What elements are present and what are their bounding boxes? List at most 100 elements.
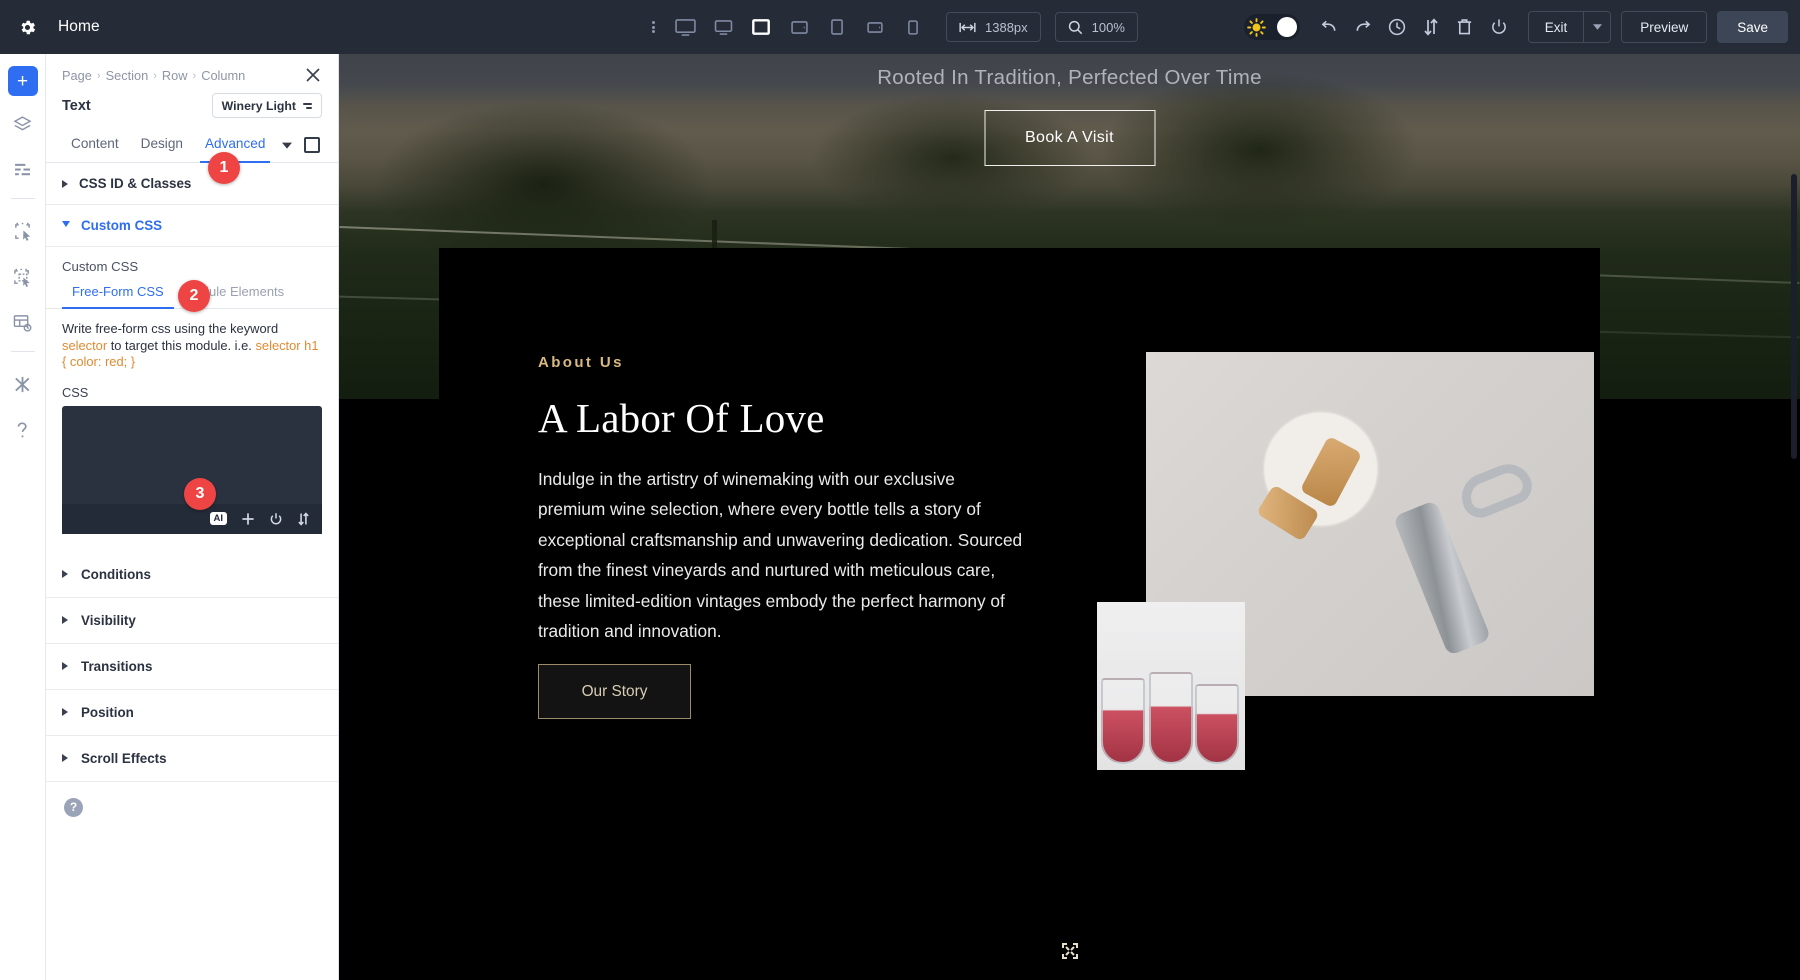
device-phone-button[interactable] (894, 7, 932, 47)
accordion-conditions[interactable]: Conditions (46, 552, 338, 598)
breadcrumb-column[interactable]: Column (201, 68, 245, 83)
breadcrumb: Page › Section › Row › Column (46, 54, 338, 87)
breadcrumb-section[interactable]: Section (106, 68, 149, 83)
section-custom-css[interactable]: Custom CSS (46, 205, 338, 247)
zoom-value: 100% (1091, 19, 1125, 35)
our-story-button[interactable]: Our Story (538, 664, 691, 719)
accordion-label: Conditions (81, 566, 151, 582)
breadcrumb-separator: › (153, 69, 157, 82)
chevron-right-icon (62, 708, 68, 717)
wine-glass-decor (1101, 678, 1145, 764)
wine-glass-decor (1149, 672, 1193, 764)
preview-button[interactable]: Preview (1621, 11, 1708, 43)
device-phone-landscape-button[interactable] (856, 7, 894, 47)
sort-arrows-icon[interactable] (1414, 6, 1448, 48)
square-icon[interactable] (304, 137, 321, 153)
divider (10, 351, 35, 352)
toggle-knob (1276, 17, 1297, 37)
accordion-position[interactable]: Position (46, 690, 338, 736)
top-toolbar: Home 1388px 100% Exit Preview Save (0, 0, 1800, 54)
history-clock-icon[interactable] (1380, 6, 1414, 48)
accordion-label: Scroll Effects (81, 750, 167, 766)
accordion-scroll-effects[interactable]: Scroll Effects (46, 736, 338, 782)
css-field-label: CSS (62, 384, 89, 400)
chevron-right-icon (62, 754, 68, 763)
breadcrumb-page[interactable]: Page (62, 68, 92, 83)
section-label: CSS ID & Classes (79, 176, 192, 191)
tab-content[interactable]: Content (60, 128, 130, 162)
sort-arrows-icon[interactable] (297, 511, 310, 526)
module-title: Text (62, 97, 91, 114)
device-tablet-button[interactable] (818, 7, 856, 47)
zoom-field[interactable]: 100% (1054, 12, 1138, 42)
chevron-down-icon[interactable] (282, 136, 293, 154)
custom-css-field-label: Custom CSS (62, 259, 139, 274)
cork-decor (1299, 436, 1363, 509)
select-module-icon[interactable] (7, 213, 39, 249)
page-canvas: Rooted In Tradition, Perfected Over Time… (339, 54, 1800, 980)
top-right-actions: Exit Preview Save (1243, 0, 1788, 54)
trash-icon[interactable] (1448, 6, 1482, 48)
gear-icon[interactable] (0, 0, 54, 54)
preset-icon (303, 102, 312, 109)
power-icon[interactable] (269, 512, 283, 526)
preset-label: Winery Light (221, 98, 296, 113)
multi-select-icon[interactable] (7, 259, 39, 295)
breadcrumb-separator: › (96, 69, 101, 82)
device-fullscreen-button[interactable] (742, 7, 780, 47)
save-button[interactable]: Save (1717, 11, 1788, 43)
plus-icon[interactable] (241, 512, 255, 526)
help-keyword-selector: selector (62, 337, 108, 353)
exit-button[interactable]: Exit (1529, 20, 1584, 35)
viewport-width-value: 1388px (985, 19, 1028, 35)
corkscrew-body-decor (1392, 500, 1492, 657)
exit-dropdown-caret-icon[interactable] (1584, 12, 1610, 42)
settings-tabs: Content Design Advanced 1 (46, 128, 338, 184)
device-desktop-button[interactable] (666, 7, 704, 47)
breadcrumb-row[interactable]: Row (162, 68, 188, 83)
preset-selector[interactable]: Winery Light (211, 93, 322, 118)
book-a-visit-button[interactable]: Book A Visit (984, 110, 1155, 166)
subtab-free-form-css[interactable]: Free-Form CSS (62, 278, 174, 309)
move-resize-icon[interactable] (1059, 940, 1081, 962)
sun-icon (1246, 17, 1266, 37)
about-headline: A Labor Of Love (538, 395, 825, 441)
history-grid-icon[interactable] (7, 305, 39, 341)
accordion-visibility[interactable]: Visibility (46, 598, 338, 644)
accordion-label: Visibility (81, 612, 136, 628)
wine-glasses-image (1097, 602, 1245, 770)
divider (10, 198, 35, 199)
device-tablet-landscape-button[interactable] (780, 7, 818, 47)
corkscrew-handle-decor (1454, 456, 1537, 523)
viewport-width-field[interactable]: 1388px (946, 12, 1041, 42)
chevron-right-icon (62, 570, 68, 579)
section-css-id-classes[interactable]: CSS ID & Classes (46, 163, 338, 205)
help-text-part-2: to target this module. i.e. (107, 337, 256, 353)
theme-toggle[interactable] (1243, 14, 1300, 40)
drag-handle-icon[interactable] (640, 0, 666, 54)
hero-title: Rooted In Tradition, Perfected Over Time (877, 66, 1262, 89)
tab-design[interactable]: Design (130, 128, 194, 162)
device-laptop-button[interactable] (704, 7, 742, 47)
exit-button-group[interactable]: Exit (1527, 11, 1612, 43)
custom-css-help-text: Write free-form css using the keyword se… (46, 309, 338, 375)
css-code-editor[interactable]: 3 AI (62, 405, 322, 534)
question-circle-icon[interactable]: ? (64, 797, 83, 817)
undo-icon[interactable] (1312, 6, 1346, 48)
layers-icon[interactable] (7, 106, 39, 142)
power-icon[interactable] (1482, 6, 1516, 48)
question-icon[interactable] (7, 412, 39, 448)
help-text-part-1: Write free-form css using the keyword (62, 321, 279, 336)
close-icon[interactable] (302, 64, 324, 86)
canvas-scrollbar[interactable] (1791, 174, 1797, 459)
wireframe-icon[interactable] (7, 152, 39, 188)
redo-icon[interactable] (1346, 6, 1380, 48)
ai-icon[interactable]: AI (209, 511, 227, 526)
accordion-transitions[interactable]: Transitions (46, 644, 338, 690)
step-badge-3: 3 (184, 477, 216, 510)
about-eyebrow: About Us (538, 354, 624, 371)
add-button[interactable]: + (7, 66, 38, 96)
module-header: Text Winery Light (46, 87, 338, 128)
chevron-right-icon (62, 179, 68, 188)
tools-icon[interactable] (7, 366, 39, 402)
